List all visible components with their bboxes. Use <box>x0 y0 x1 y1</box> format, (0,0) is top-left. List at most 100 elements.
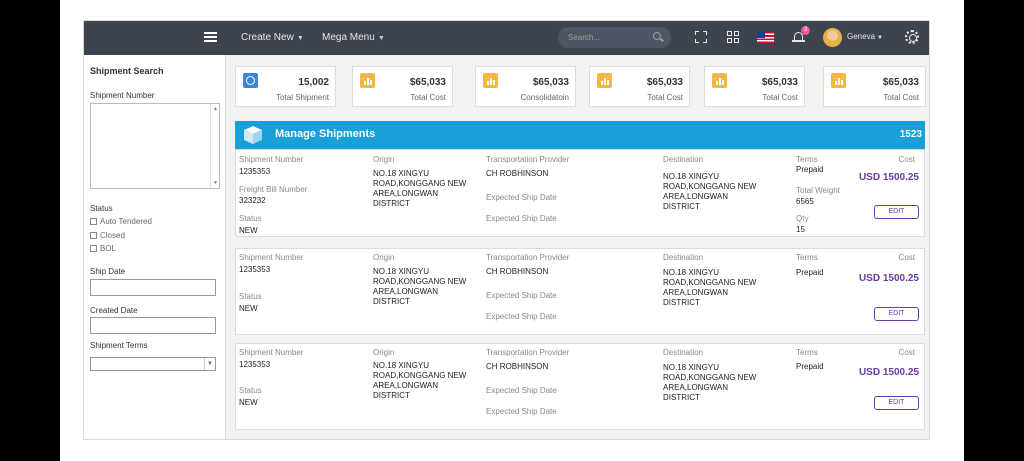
chevron-down-icon: ▼ <box>877 35 883 41</box>
shipment-number-value: 1235353 <box>239 167 271 176</box>
checkbox-label: Auto Tendered <box>100 217 152 226</box>
gear-icon[interactable] <box>905 30 919 44</box>
qty-value: 15 <box>796 225 805 234</box>
bar-chart-icon <box>597 73 612 88</box>
cost-label: Cost <box>898 155 915 164</box>
status-auto-tendered-checkbox[interactable]: Auto Tendered <box>90 217 152 226</box>
shipment-card: Shipment Number 1235353 Status NEW Origi… <box>235 343 925 430</box>
stat-value: $65,033 <box>409 77 446 88</box>
user-menu[interactable]: Geneva ▼ <box>847 32 883 41</box>
shipment-number-value: 1235353 <box>239 265 271 274</box>
apps-grid-icon[interactable] <box>726 30 740 44</box>
status-bol-checkbox[interactable]: BOL <box>90 244 116 253</box>
origin-label: Origin <box>373 348 395 357</box>
stat-card-consolidation: $65,033 Consolidatoin <box>475 66 576 107</box>
stat-card-total-cost: $65,033 Total Cost <box>589 66 690 107</box>
manage-shipments-header: Manage Shipments 1523 <box>235 121 925 149</box>
bar-chart-icon <box>360 73 375 88</box>
ship-date-field[interactable] <box>90 279 216 296</box>
page-canvas: Create New▼ Mega Menu▼ 3 Geneva▼ Shipmen… <box>60 0 964 461</box>
edit-button[interactable]: EDIT <box>874 205 919 219</box>
username-label: Geneva <box>847 32 876 41</box>
manage-shipments-title: Manage Shipments <box>275 128 376 140</box>
destination-value: NO.18 XINGYU ROAD,KONGGANG NEW AREA,LONG… <box>663 363 757 402</box>
bar-chart-icon <box>712 73 727 88</box>
terms-value: Prepaid <box>796 362 824 371</box>
stat-label: Total Cost <box>883 93 919 102</box>
search-box <box>558 27 671 48</box>
stat-card-total-cost: $65,033 Total Cost <box>352 66 453 107</box>
shipment-card: Shipment Number 1235353 Freight Bill Num… <box>235 149 925 237</box>
search-input[interactable] <box>568 31 648 44</box>
stat-label: Total Shipment <box>276 93 329 102</box>
app-window: Create New▼ Mega Menu▼ 3 Geneva▼ Shipmen… <box>83 20 930 440</box>
destination-value: NO.18 XINGYU ROAD,KONGGANG NEW AREA,LONG… <box>663 268 757 307</box>
stat-card-total-cost: $65,033 Total Cost <box>704 66 805 107</box>
shipment-terms-select[interactable]: ▼ <box>90 357 216 371</box>
cost-value: USD 1500.25 <box>858 367 919 378</box>
create-new-menu[interactable]: Create New ▼ <box>241 32 304 43</box>
destination-label: Destination <box>663 348 704 357</box>
stat-value: 15,002 <box>298 77 329 88</box>
fullscreen-icon[interactable] <box>694 30 708 44</box>
stat-card-total-shipment: 15,002 Total Shipment <box>235 66 336 107</box>
shipment-number-textarea[interactable]: ▲ ▼ <box>90 103 220 189</box>
terms-label: Terms <box>796 348 818 357</box>
search-icon[interactable] <box>653 32 661 40</box>
expected-ship-date-label: Expected Ship Date <box>486 291 557 300</box>
hamburger-menu-icon[interactable] <box>204 32 217 42</box>
created-date-field[interactable] <box>90 317 216 334</box>
package-box-icon <box>244 126 262 144</box>
stat-value: $65,033 <box>761 77 798 88</box>
chevron-down-icon: ▼ <box>296 35 304 42</box>
shipment-card: Shipment Number 1235353 Status NEW Origi… <box>235 248 925 335</box>
cost-value: USD 1500.25 <box>858 172 919 183</box>
terms-label: Terms <box>796 253 818 262</box>
origin-label: Origin <box>373 253 395 262</box>
expected-ship-date-label: Expected Ship Date <box>486 386 557 395</box>
ship-date-label: Ship Date <box>90 267 126 276</box>
freight-bill-label: Freight Bill Number <box>239 185 308 194</box>
total-weight-label: Total Weight <box>796 186 840 195</box>
scroll-up-icon[interactable]: ▲ <box>213 106 218 112</box>
edit-button[interactable]: EDIT <box>874 307 919 321</box>
scrollbar[interactable]: ▲ ▼ <box>210 104 219 188</box>
expected-ship-date-label: Expected Ship Date <box>486 193 557 202</box>
provider-value: CH ROBHINSON <box>486 362 549 371</box>
cost-value: USD 1500.25 <box>858 273 919 284</box>
edit-button[interactable]: EDIT <box>874 396 919 410</box>
cost-label: Cost <box>898 253 915 262</box>
scroll-down-icon[interactable]: ▼ <box>213 180 218 186</box>
expected-ship-date-label: Expected Ship Date <box>486 312 557 321</box>
mega-menu-label: Mega Menu <box>322 32 375 43</box>
stat-card-total-cost: $65,033 Total Cost <box>823 66 926 107</box>
expected-ship-date-label: Expected Ship Date <box>486 407 557 416</box>
stat-label: Consolidatoin <box>520 93 569 102</box>
status-label: Status <box>90 204 113 213</box>
total-weight-value: 6565 <box>796 197 814 206</box>
stat-label: Total Cost <box>762 93 798 102</box>
us-flag-icon[interactable] <box>757 32 774 43</box>
terms-value: Prepaid <box>796 165 824 174</box>
stat-value: $65,033 <box>882 77 919 88</box>
shipment-search-sidebar: Shipment Search Shipment Number ▲ ▼ Stat… <box>84 55 226 439</box>
mega-menu[interactable]: Mega Menu ▼ <box>322 32 385 43</box>
shipment-number-label: Shipment Number <box>239 253 304 262</box>
shipment-terms-label: Shipment Terms <box>90 341 148 350</box>
cost-label: Cost <box>898 348 915 357</box>
origin-value: NO.18 XINGYU ROAD,KONGGANG NEW AREA,LONG… <box>373 169 467 208</box>
avatar[interactable] <box>823 28 842 47</box>
chevron-down-icon: ▼ <box>377 35 385 42</box>
status-value: NEW <box>239 226 258 235</box>
freight-bill-value: 323232 <box>239 196 266 205</box>
provider-value: CH ROBHINSON <box>486 267 549 276</box>
status-value: NEW <box>239 304 258 313</box>
create-new-label: Create New <box>241 32 294 43</box>
status-value: NEW <box>239 398 258 407</box>
status-closed-checkbox[interactable]: Closed <box>90 231 125 240</box>
stat-value: $65,033 <box>646 77 683 88</box>
expected-ship-date-label: Expected Ship Date <box>486 214 557 223</box>
shipments-count: 1523 <box>899 129 922 140</box>
provider-label: Transportation Provider <box>486 155 570 164</box>
terms-value: Prepaid <box>796 268 824 277</box>
